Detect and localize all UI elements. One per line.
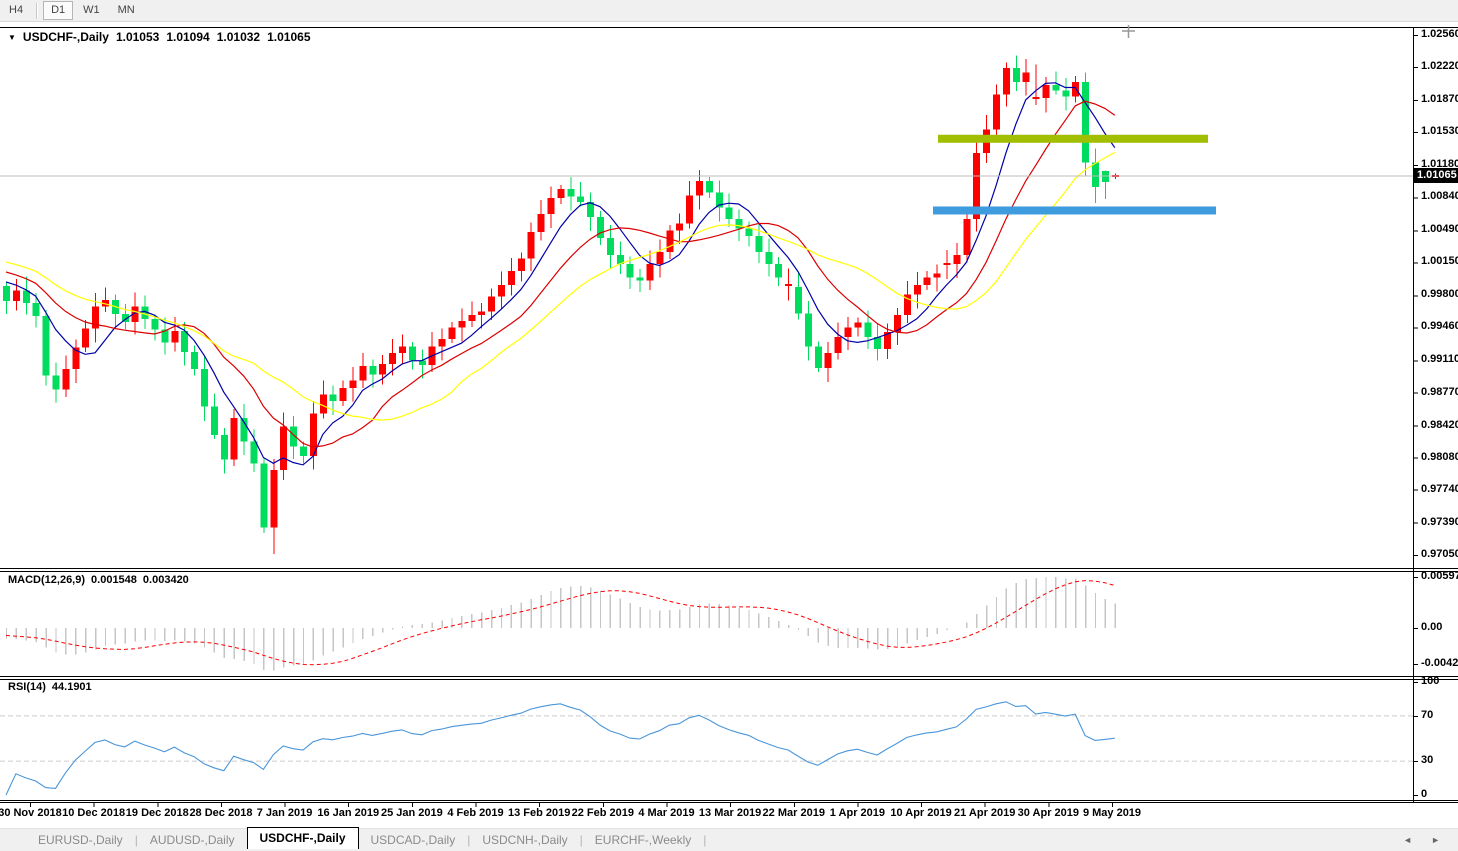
price-tick-label: 0.98770: [1421, 386, 1458, 398]
date-tick-label: 10 Dec 2018: [62, 807, 125, 819]
symbol-tab-bar: ◄ ► EURUSD-,Daily | AUDUSD-,DailyUSDCHF-,D…: [0, 828, 1458, 851]
chart-canvas: [0, 0, 1458, 851]
symbol-tab-eurusd[interactable]: EURUSD-,Daily: [26, 831, 135, 849]
symbol-tab-usdcnh[interactable]: USDCNH-,Daily: [470, 831, 579, 849]
price-tick-label: 0.99110: [1421, 353, 1458, 365]
chart-title-symbol: USDCHF-,Daily: [23, 30, 109, 44]
symbol-tab-usdcad[interactable]: USDCAD-,Daily: [359, 831, 468, 849]
macd-signal-value: 0.003420: [143, 574, 189, 586]
price-tick-label: 0.98080: [1421, 451, 1458, 463]
ohlc-close: 1.01065: [267, 30, 310, 44]
date-tick-label: 22 Mar 2019: [763, 807, 825, 819]
rsi-tick-label: 0: [1421, 788, 1427, 800]
date-tick-label: 1 Apr 2019: [830, 807, 885, 819]
date-tick-label: 4 Feb 2019: [447, 807, 503, 819]
price-tick-label: 1.00840: [1421, 190, 1458, 202]
tab-scroll-left-icon[interactable]: ◄: [1403, 835, 1412, 845]
current-price-box: 1.01065: [1414, 168, 1458, 183]
rsi-tick-label: 100: [1421, 675, 1439, 687]
chart-canvas-wrap: [0, 0, 1458, 851]
macd-histogram: [7, 577, 1116, 671]
price-tick-label: 1.02560: [1421, 28, 1458, 40]
symbol-tab-eurchf[interactable]: EURCHF-,Weekly: [583, 831, 703, 849]
price-tick-label: 0.97390: [1421, 516, 1458, 528]
price-tick-label: 0.99800: [1421, 288, 1458, 300]
macd-indicator-name: MACD(12,26,9): [8, 574, 85, 586]
ohlc-open: 1.01053: [116, 30, 159, 44]
tab-separator: |: [703, 833, 706, 847]
price-tick-label: 0.98420: [1421, 419, 1458, 431]
price-tick-label: 1.02220: [1421, 60, 1458, 72]
macd-tick-label: -0.004243: [1421, 657, 1458, 669]
rsi-indicator-name: RSI(14): [8, 681, 46, 693]
date-tick-label: 30 Nov 2018: [0, 807, 62, 819]
date-tick-label: 30 Apr 2019: [1018, 807, 1079, 819]
macd-main-value: 0.001548: [91, 574, 137, 586]
symbol-tab-audusd[interactable]: AUDUSD-,Daily: [138, 831, 247, 849]
tab-scroll-right-icon[interactable]: ►: [1431, 835, 1440, 845]
price-tick-label: 1.00150: [1421, 255, 1458, 267]
date-tick-label: 22 Feb 2019: [572, 807, 634, 819]
ohlc-high: 1.01094: [166, 30, 209, 44]
price-tick-label: 1.01530: [1421, 125, 1458, 137]
symbol-dropdown-icon[interactable]: ▼: [8, 33, 16, 42]
date-tick-label: 13 Feb 2019: [508, 807, 570, 819]
chart-title: ▼ USDCHF-,Daily 1.01053 1.01094 1.01032 …: [8, 30, 311, 44]
price-tick-label: 0.99460: [1421, 320, 1458, 332]
rsi-label: RSI(14) 44.1901: [8, 681, 92, 693]
date-tick-label: 7 Jan 2019: [257, 807, 313, 819]
price-tick-label: 1.00490: [1421, 223, 1458, 235]
date-tick-label: 13 Mar 2019: [699, 807, 761, 819]
mt4-window: H4D1W1MN ▼ USDCHF-,Daily 1.01053 1.01094…: [0, 0, 1458, 851]
price-tick-label: 0.97740: [1421, 483, 1458, 495]
price-tick-label: 0.97050: [1421, 548, 1458, 560]
date-tick-label: 9 May 2019: [1083, 807, 1141, 819]
date-tick-label: 19 Dec 2018: [126, 807, 189, 819]
rsi-tick-label: 30: [1421, 754, 1433, 766]
candlesticks: [3, 55, 1119, 553]
date-tick-label: 4 Mar 2019: [638, 807, 694, 819]
ma-mid-red: [6, 101, 1115, 447]
rsi-tick-label: 70: [1421, 709, 1433, 721]
macd-label: MACD(12,26,9) 0.001548 0.003420: [8, 574, 189, 586]
support-band[interactable]: [933, 206, 1216, 214]
resistance-band[interactable]: [938, 135, 1208, 143]
rsi-value: 44.1901: [52, 681, 92, 693]
macd-tick-label: 0.00: [1421, 621, 1442, 633]
ohlc-low: 1.01032: [217, 30, 260, 44]
symbol-tab-usdchf[interactable]: USDCHF-,Daily: [247, 827, 359, 849]
macd-tick-label: 0.00597: [1421, 570, 1458, 582]
date-tick-label: 16 Jan 2019: [317, 807, 379, 819]
date-tick-label: 21 Apr 2019: [954, 807, 1015, 819]
date-tick-label: 28 Dec 2018: [189, 807, 252, 819]
date-tick-label: 25 Jan 2019: [381, 807, 443, 819]
date-tick-label: 10 Apr 2019: [890, 807, 951, 819]
price-tick-label: 1.01870: [1421, 93, 1458, 105]
